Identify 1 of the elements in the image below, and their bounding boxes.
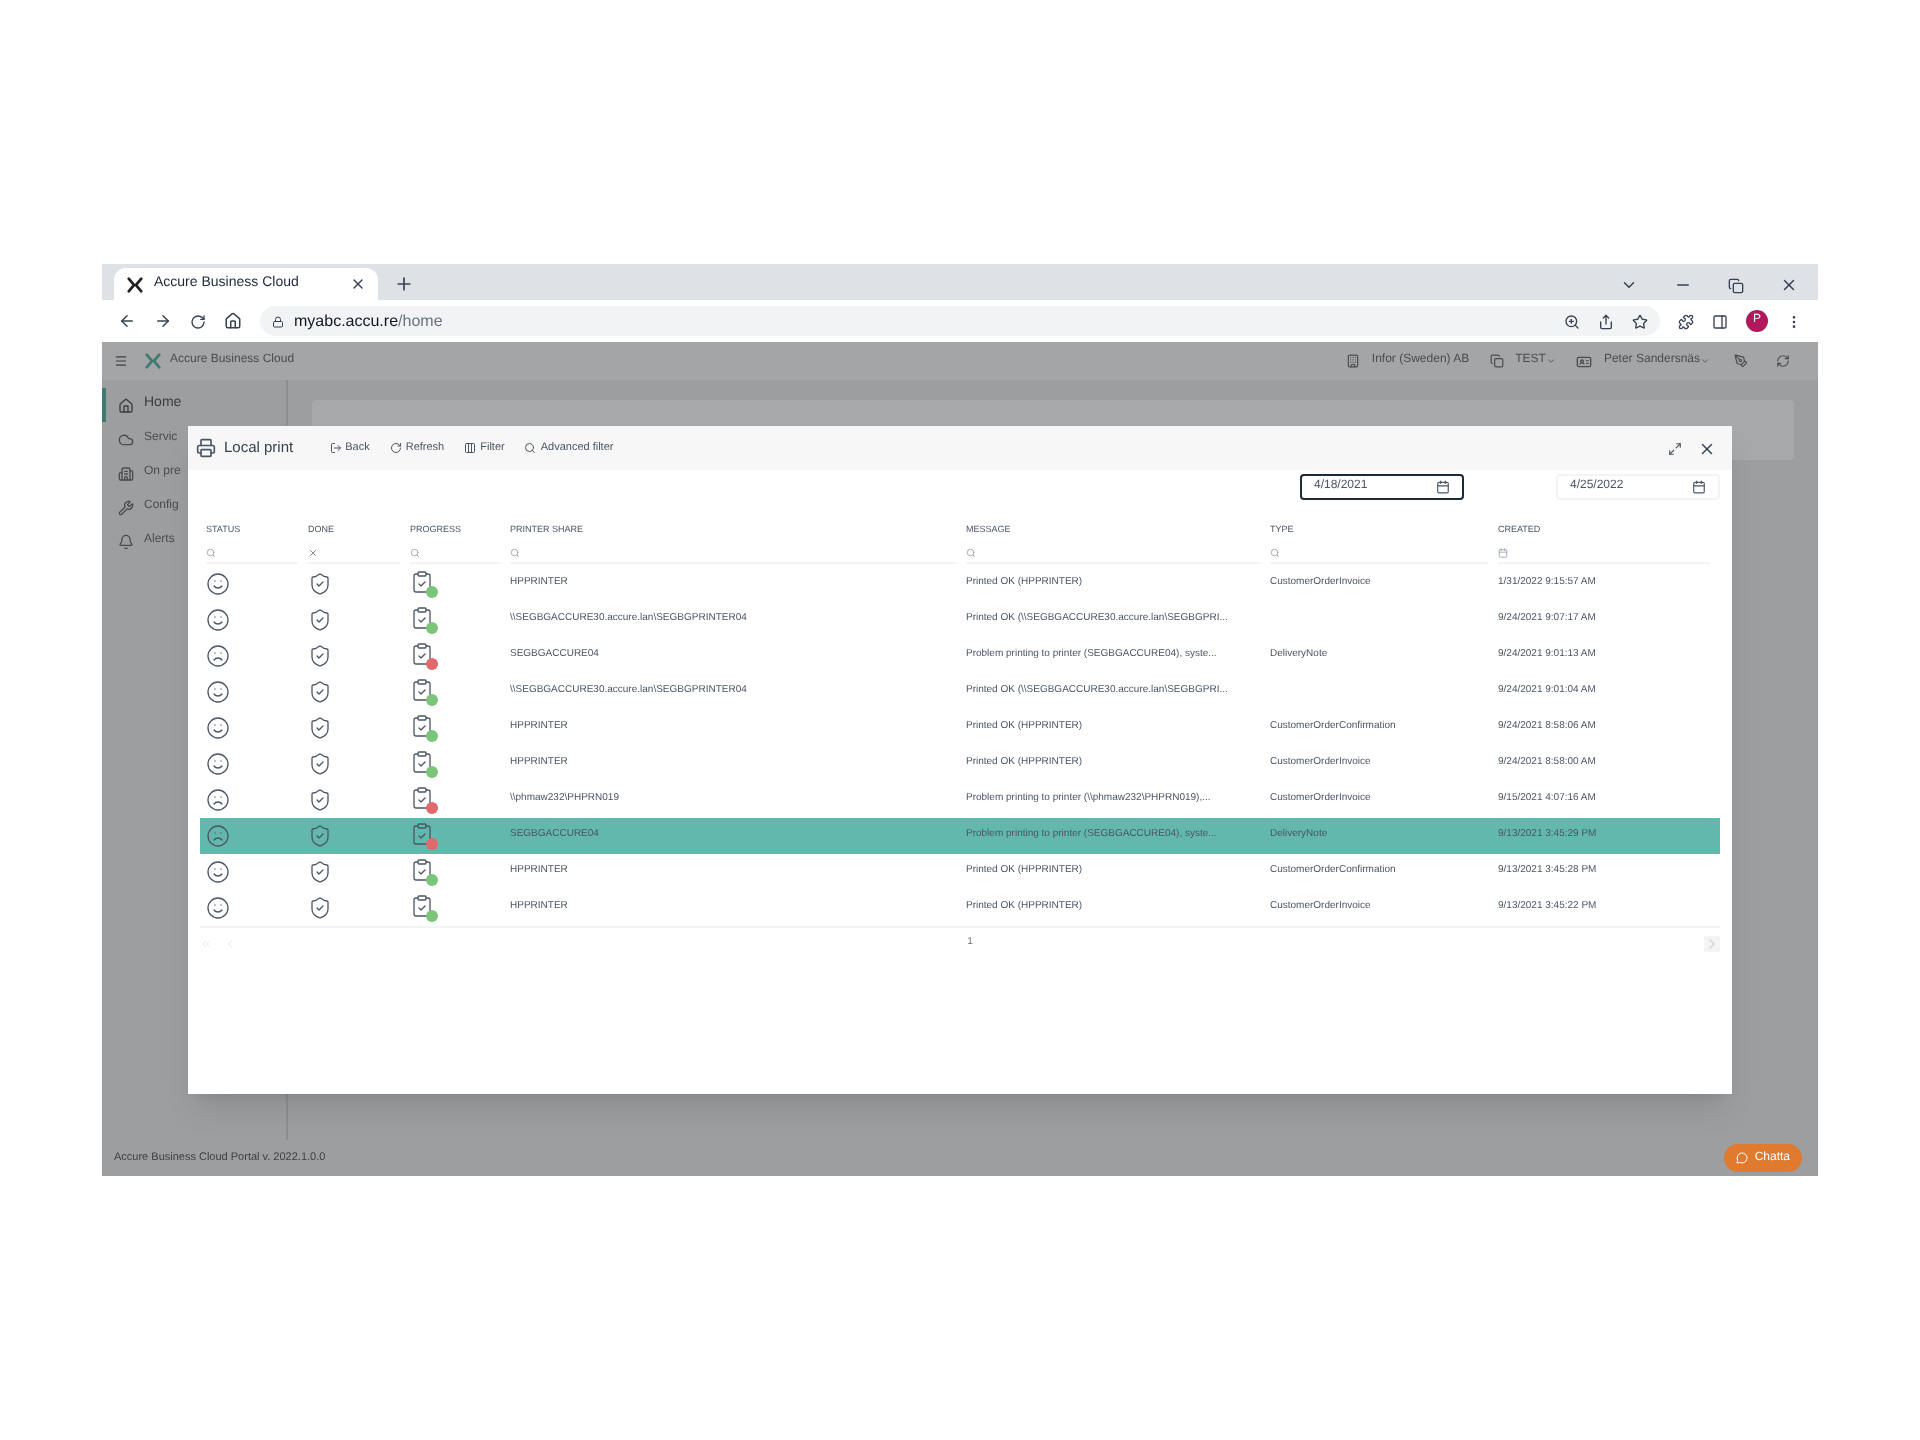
url-text: myabc.accu.re/home	[294, 309, 443, 333]
